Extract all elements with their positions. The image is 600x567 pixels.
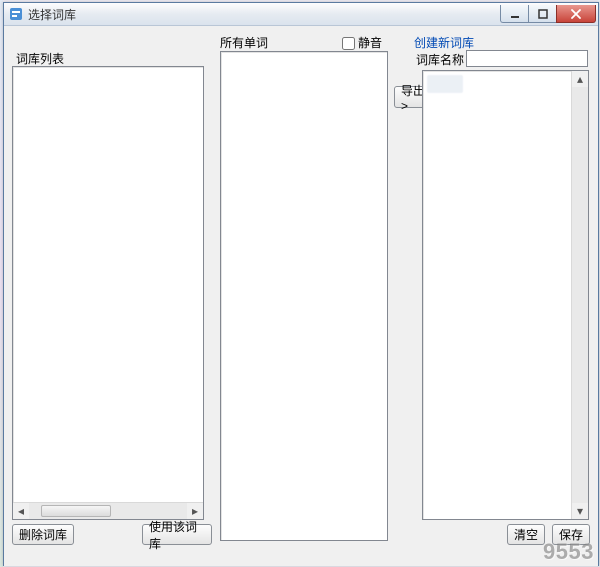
store-name-label: 词库名称 (414, 51, 464, 68)
scroll-thumb[interactable] (41, 505, 111, 517)
v-scrollbar[interactable]: ▴ ▾ (571, 71, 588, 519)
save-button[interactable]: 保存 (552, 524, 590, 545)
all-words-label: 所有单词 (220, 34, 268, 51)
create-new-link[interactable]: 创建新词库 (414, 34, 474, 51)
mute-label: 静音 (358, 34, 382, 51)
delete-store-button[interactable]: 删除词库 (12, 524, 74, 545)
panel-item-placeholder (427, 75, 463, 93)
dialog-window: 选择词库 词库列表 所有单词 静音 创建新词库 词库名称 ◂ (3, 2, 599, 566)
mute-checkbox[interactable] (342, 37, 355, 50)
wordlist-label: 词库列表 (16, 50, 64, 67)
dialog-body: 词库列表 所有单词 静音 创建新词库 词库名称 ◂ ▸ 导出> (4, 26, 598, 566)
title-bar[interactable]: 选择词库 (4, 3, 598, 26)
scroll-down-arrow-icon[interactable]: ▾ (572, 503, 588, 519)
window-title: 选择词库 (28, 6, 500, 23)
all-words-panel[interactable] (220, 51, 388, 541)
scroll-track[interactable] (572, 87, 588, 503)
app-icon (8, 6, 24, 22)
close-button[interactable] (556, 5, 596, 23)
maximize-button[interactable] (528, 5, 556, 23)
store-name-input[interactable] (466, 50, 588, 67)
right-panel[interactable]: ▴ ▾ (422, 70, 589, 520)
h-scrollbar[interactable]: ◂ ▸ (13, 502, 203, 519)
minimize-button[interactable] (500, 5, 528, 23)
clear-button[interactable]: 清空 (507, 524, 545, 545)
scroll-left-arrow-icon[interactable]: ◂ (13, 503, 29, 519)
scroll-up-arrow-icon[interactable]: ▴ (572, 71, 588, 87)
wordlist-panel[interactable]: ◂ ▸ (12, 66, 204, 520)
use-store-button[interactable]: 使用该词库 (142, 524, 212, 545)
mute-checkbox-row[interactable]: 静音 (342, 34, 382, 51)
